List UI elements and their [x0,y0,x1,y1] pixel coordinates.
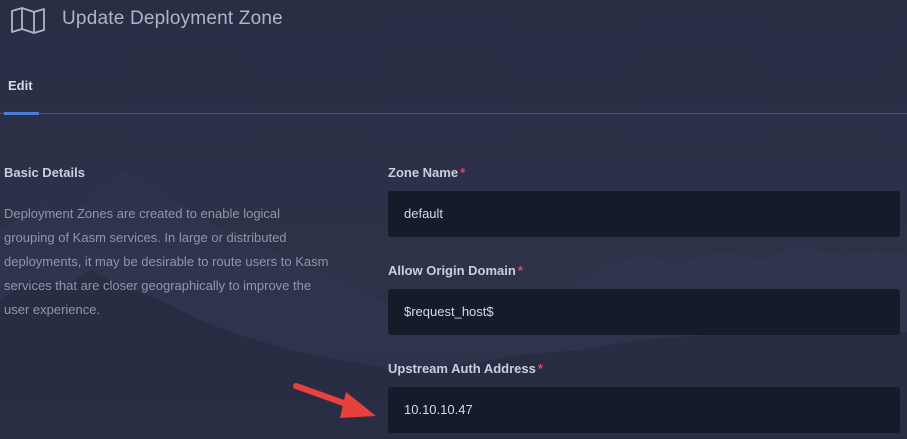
upstream-auth-address-input[interactable] [388,387,900,433]
tab-edit-label: Edit [8,78,33,93]
tab-edit[interactable]: Edit [4,60,39,115]
map-icon [11,7,45,34]
section-title: Basic Details [4,165,85,180]
page-title: Update Deployment Zone [62,8,283,29]
zone-name-label-text: Zone Name [388,165,459,180]
zone-name-label: Zone Name * [388,165,465,180]
allow-origin-domain-label-text: Allow Origin Domain [388,263,516,278]
tab-bar: Edit [0,60,907,115]
allow-origin-domain-label: Allow Origin Domain * [388,263,523,278]
allow-origin-domain-input[interactable] [388,289,900,335]
page-header: Update Deployment Zone [0,0,907,42]
upstream-auth-address-label-text: Upstream Auth Address [388,361,536,376]
required-mark: * [537,361,543,376]
active-tab-indicator [4,112,39,115]
zone-name-input[interactable] [388,191,900,237]
required-mark: * [517,263,523,278]
upstream-auth-address-label: Upstream Auth Address * [388,361,543,376]
callout-arrow-icon [293,383,376,418]
section-description: Deployment Zones are created to enable l… [4,206,329,317]
required-mark: * [460,165,466,180]
